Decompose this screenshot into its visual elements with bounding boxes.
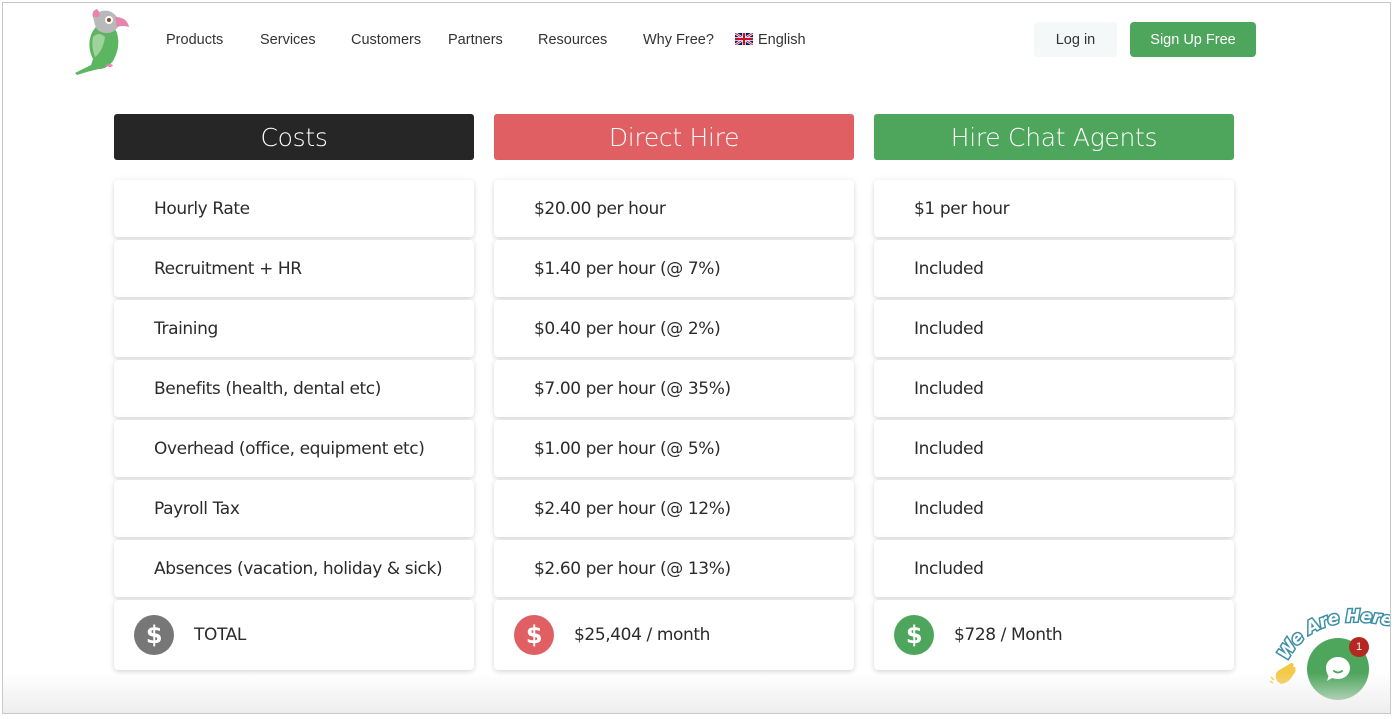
direct-hire-recruitment: $1.40 per hour (@ 7%): [494, 240, 854, 297]
language-label: English: [758, 32, 806, 48]
waving-hand-icon: [1269, 663, 1296, 684]
parrot-logo-icon[interactable]: [69, 7, 139, 77]
cost-row-recruitment: Recruitment + HR: [114, 240, 474, 297]
direct-hire-training: $0.40 per hour (@ 2%): [494, 300, 854, 357]
direct-hire-overhead: $1.00 per hour (@ 5%): [494, 420, 854, 477]
language-selector[interactable]: English: [735, 32, 806, 48]
chat-agents-header: Hire Chat Agents: [874, 114, 1234, 160]
nav-products[interactable]: Products: [166, 32, 223, 48]
cost-row-training: Training: [114, 300, 474, 357]
chat-agents-total-value: $728 / Month: [954, 625, 1063, 645]
dollar-circle-icon: $: [514, 615, 554, 655]
costs-rows: Hourly Rate Recruitment + HR Training Be…: [114, 180, 474, 670]
chat-agents-overhead: Included: [874, 420, 1234, 477]
chat-bubble-icon: [1326, 657, 1350, 681]
chat-notification-badge: 1: [1349, 637, 1369, 657]
cost-row-hourly-rate: Hourly Rate: [114, 180, 474, 237]
cost-row-benefits: Benefits (health, dental etc): [114, 360, 474, 417]
direct-hire-hourly-rate: $20.00 per hour: [494, 180, 854, 237]
nav-why-free[interactable]: Why Free?: [643, 32, 714, 48]
chat-agents-column: Hire Chat Agents $1 per hour Included In…: [874, 114, 1234, 673]
costs-header: Costs: [114, 114, 474, 160]
chat-agents-training: Included: [874, 300, 1234, 357]
costs-column: Costs Hourly Rate Recruitment + HR Train…: [114, 114, 474, 673]
dollar-circle-icon: $: [134, 615, 174, 655]
cost-row-payroll-tax: Payroll Tax: [114, 480, 474, 537]
direct-hire-header: Direct Hire: [494, 114, 854, 160]
nav-services[interactable]: Services: [260, 32, 316, 48]
direct-hire-rows: $20.00 per hour $1.40 per hour (@ 7%) $0…: [494, 180, 854, 670]
cost-row-total: $ TOTAL: [114, 600, 474, 670]
chat-agents-total: $ $728 / Month: [874, 600, 1234, 670]
dollar-circle-icon: $: [894, 615, 934, 655]
page-frame: Products Services Customers Partners Res…: [2, 2, 1391, 714]
chat-agents-recruitment: Included: [874, 240, 1234, 297]
nav-resources[interactable]: Resources: [538, 32, 607, 48]
total-label: TOTAL: [194, 625, 246, 645]
chat-agents-benefits: Included: [874, 360, 1234, 417]
direct-hire-benefits: $7.00 per hour (@ 35%): [494, 360, 854, 417]
login-button[interactable]: Log in: [1034, 22, 1117, 57]
chat-agents-absences: Included: [874, 540, 1234, 597]
nav-partners[interactable]: Partners: [448, 32, 503, 48]
chat-agents-hourly-rate: $1 per hour: [874, 180, 1234, 237]
uk-flag-icon: [735, 33, 753, 45]
chat-agents-payroll-tax: Included: [874, 480, 1234, 537]
cost-row-overhead: Overhead (office, equipment etc): [114, 420, 474, 477]
direct-hire-total: $ $25,404 / month: [494, 600, 854, 670]
direct-hire-absences: $2.60 per hour (@ 13%): [494, 540, 854, 597]
nav-customers[interactable]: Customers: [351, 32, 421, 48]
direct-hire-column: Direct Hire $20.00 per hour $1.40 per ho…: [494, 114, 854, 673]
chat-widget: We Are Here! 1: [1265, 599, 1390, 709]
chat-agents-rows: $1 per hour Included Included Included I…: [874, 180, 1234, 670]
signup-button[interactable]: Sign Up Free: [1130, 22, 1256, 57]
direct-hire-payroll-tax: $2.40 per hour (@ 12%): [494, 480, 854, 537]
direct-hire-total-value: $25,404 / month: [574, 625, 711, 645]
cost-row-absences: Absences (vacation, holiday & sick): [114, 540, 474, 597]
